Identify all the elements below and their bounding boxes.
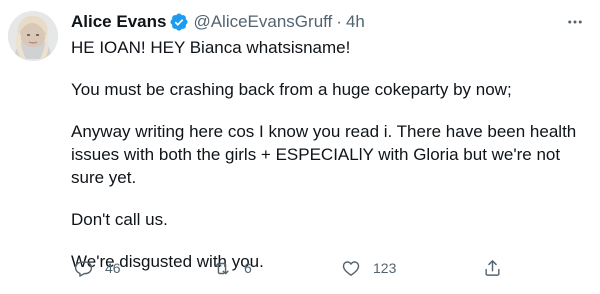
- reply-count: 46: [105, 260, 121, 276]
- author-display-name[interactable]: Alice Evans: [71, 10, 166, 34]
- tweet-header: Alice Evans @AliceEvansGruff · 4h: [71, 10, 365, 34]
- like-count: 123: [373, 260, 397, 276]
- retweet-count: 6: [244, 260, 252, 276]
- more-options-icon[interactable]: [564, 12, 586, 32]
- tweet-timestamp[interactable]: 4h: [346, 10, 365, 34]
- tweet-paragraph: You must be crashing back from a huge co…: [71, 80, 512, 99]
- retweet-button[interactable]: 6: [212, 256, 252, 280]
- share-icon: [483, 258, 502, 278]
- tweet-paragraph: Anyway writing here cos I know you read …: [71, 122, 577, 187]
- tweet-paragraph: HE IOAN! HEY Bianca whatsisname!: [71, 38, 351, 57]
- tweet-paragraph: Don't call us.: [71, 210, 168, 229]
- reply-icon: [74, 259, 93, 278]
- tweet-actions: 46 6 123: [71, 256, 591, 280]
- tweet-text: HE IOAN! HEY Bianca whatsisname! You mus…: [71, 36, 591, 292]
- header-separator: ·: [336, 12, 342, 31]
- retweet-icon: [212, 259, 232, 278]
- author-handle[interactable]: @AliceEvansGruff: [193, 10, 332, 34]
- verified-badge-icon: [169, 12, 189, 32]
- share-button[interactable]: [483, 256, 502, 280]
- avatar[interactable]: [8, 11, 58, 61]
- heart-icon: [341, 259, 361, 278]
- avatar-image: [8, 11, 58, 61]
- tweet[interactable]: Alice Evans @AliceEvansGruff · 4h HE IOA…: [0, 0, 600, 294]
- like-button[interactable]: 123: [341, 256, 396, 280]
- reply-button[interactable]: 46: [74, 256, 121, 280]
